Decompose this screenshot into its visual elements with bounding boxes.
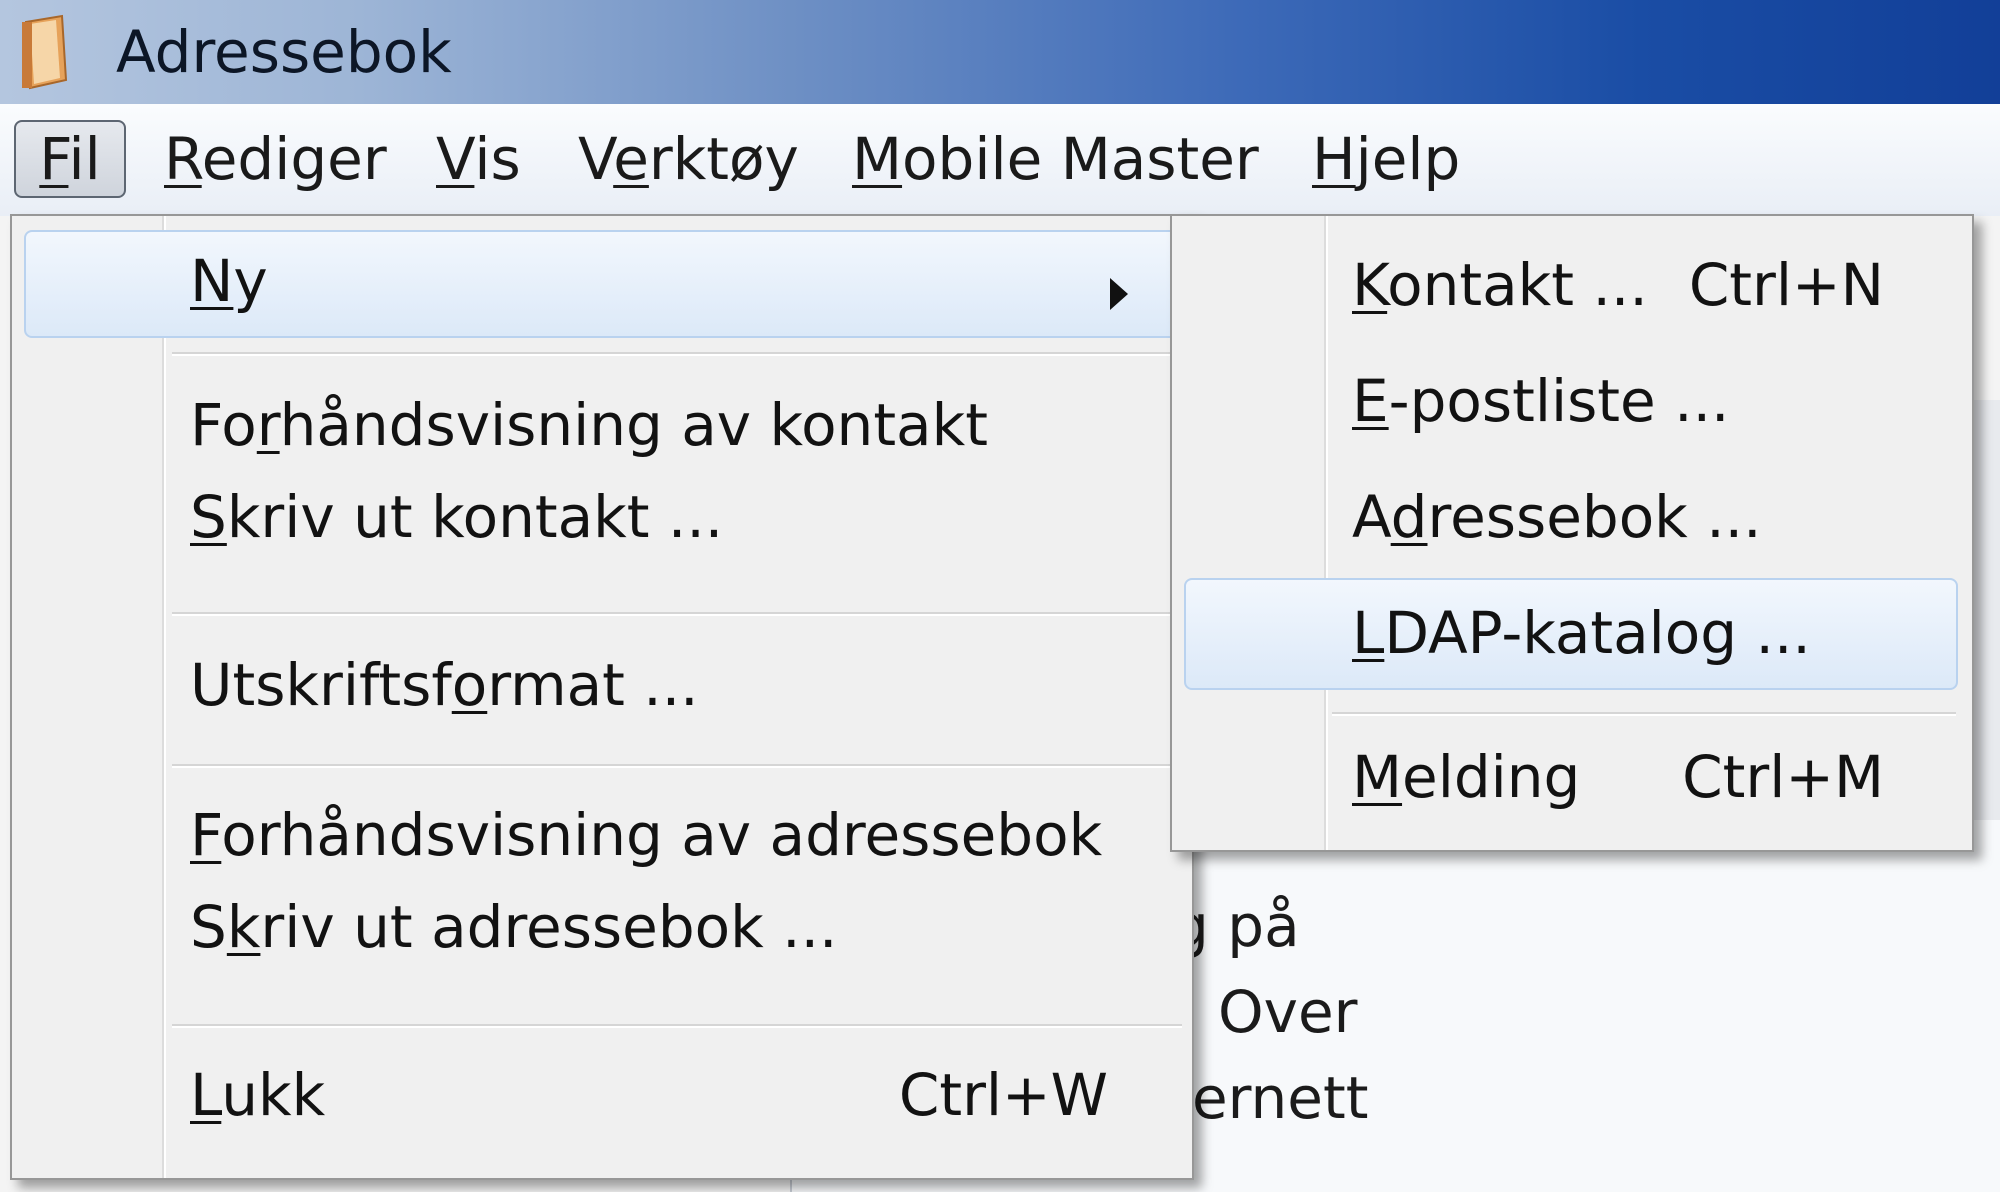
menu-item-new-message[interactable]: Melding Ctrl+M — [1172, 730, 1972, 824]
menu-mobile-master-mnemonic: M — [852, 125, 903, 193]
menu-item-print-format[interactable]: Utskriftsformat ... — [12, 638, 1192, 732]
menu-item-label: Ny — [190, 247, 268, 315]
menu-item-label: E-postliste ... — [1352, 367, 1730, 435]
menu-view[interactable]: Vis — [436, 122, 521, 196]
submenu-arrow-icon — [1110, 278, 1128, 310]
menu-file[interactable]: Fil — [14, 120, 126, 198]
menu-file-rest: il — [68, 125, 101, 193]
menu-item-new[interactable]: Ny — [12, 234, 1192, 328]
menu-item-label: Skriv ut adressebok ... — [190, 893, 838, 961]
menu-item-new-mailing-list[interactable]: E-postliste ... — [1172, 354, 1972, 448]
menu-tools-rest: rktøy — [648, 125, 799, 193]
menu-item-close[interactable]: Lukk Ctrl+W — [12, 1048, 1192, 1142]
address-book-icon — [22, 14, 68, 90]
menu-mobile-master[interactable]: Mobile Master — [852, 122, 1259, 196]
menu-item-new-ldap-directory[interactable]: LDAP-katalog ... — [1172, 586, 1972, 680]
menu-help-rest: jelp — [1355, 125, 1461, 193]
file-dropdown-menu: Ny Forhåndsvisning av kontakt Skriv ut k… — [10, 214, 1194, 1180]
menu-tools-pre: V — [578, 125, 614, 193]
menu-edit-rest: ediger — [201, 125, 387, 193]
menu-item-label: Utskriftsformat ... — [190, 651, 699, 719]
menu-item-label: Kontakt ... — [1352, 251, 1648, 319]
menu-view-mnemonic: V — [436, 125, 475, 193]
menu-item-label: LDAP-katalog ... — [1352, 599, 1811, 667]
menu-item-label: Skriv ut kontakt ... — [190, 483, 724, 551]
window-title: Adressebok — [116, 18, 452, 86]
menu-item-print-address-book[interactable]: Skriv ut adressebok ... — [12, 880, 1192, 974]
menu-item-new-address-book[interactable]: Adressebok ... — [1172, 470, 1972, 564]
menu-help[interactable]: Hjelp — [1312, 122, 1460, 196]
menu-file-mnemonic: F — [39, 125, 69, 193]
menu-item-label: Melding — [1352, 743, 1581, 811]
menu-edit-mnemonic: R — [164, 125, 202, 193]
title-bar: Adressebok — [0, 0, 2000, 104]
list-item: Over — [1218, 978, 1358, 1046]
menu-separator — [172, 612, 1182, 614]
menu-item-label: Forhåndsvisning av adressebok — [190, 801, 1103, 869]
menu-item-shortcut: Ctrl+N — [1688, 251, 1884, 319]
menu-separator — [172, 764, 1182, 766]
menu-separator — [172, 1024, 1182, 1026]
menu-item-label: Lukk — [190, 1061, 326, 1129]
menu-help-mnemonic: H — [1312, 125, 1356, 193]
menu-item-print-contact[interactable]: Skriv ut kontakt ... — [12, 470, 1192, 564]
menu-view-rest: is — [474, 125, 521, 193]
menu-edit[interactable]: Rediger — [164, 122, 387, 196]
menu-item-label: Adressebok ... — [1352, 483, 1762, 551]
menu-separator — [172, 352, 1182, 354]
menu-tools[interactable]: Verktøy — [578, 122, 799, 196]
menu-item-preview-address-book[interactable]: Forhåndsvisning av adressebok — [12, 788, 1192, 882]
menu-item-new-contact[interactable]: Kontakt ... Ctrl+N — [1172, 238, 1972, 332]
new-submenu: Kontakt ... Ctrl+N E-postliste ... Adres… — [1170, 214, 1974, 852]
menu-item-preview-contact[interactable]: Forhåndsvisning av kontakt — [12, 378, 1192, 472]
menu-tools-mnemonic: e — [613, 125, 649, 193]
menu-mobile-master-rest: obile Master — [902, 125, 1259, 193]
menu-item-label: Forhåndsvisning av kontakt — [190, 391, 988, 459]
menu-bar: Fil Rediger Vis Verktøy Mobile Master Hj… — [0, 104, 2000, 217]
menu-item-shortcut: Ctrl+M — [1682, 743, 1884, 811]
list-item: ernett — [1192, 1064, 1369, 1132]
menu-item-shortcut: Ctrl+W — [898, 1061, 1108, 1129]
menu-separator — [1332, 712, 1956, 714]
